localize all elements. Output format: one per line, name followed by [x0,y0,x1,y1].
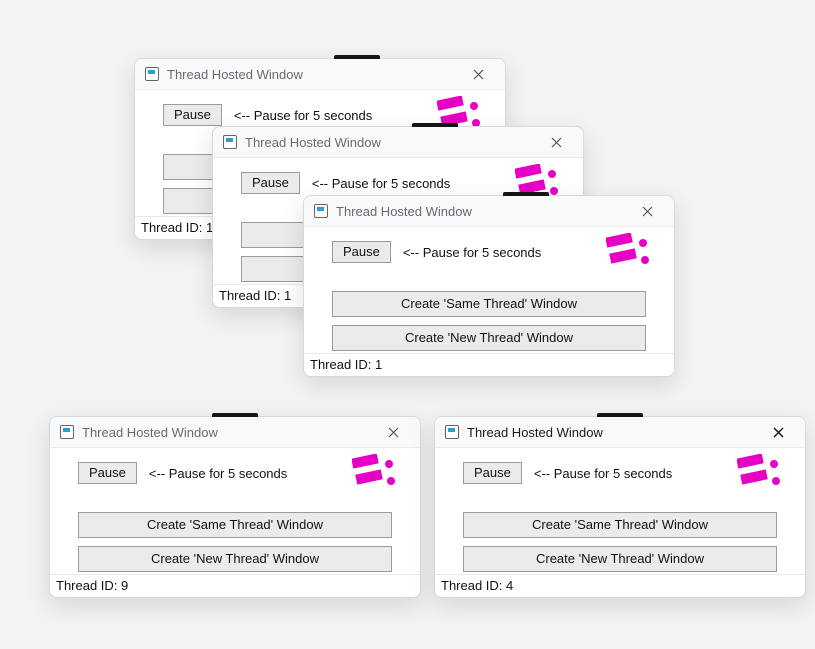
app-icon [223,135,237,149]
app-icon [445,425,459,439]
close-button[interactable] [457,60,499,88]
titlebar[interactable]: Thread Hosted Window [50,417,420,448]
client-area: Pause <-- Pause for 5 seconds Create 'Sa… [435,448,805,574]
create-new-thread-button[interactable]: Create 'New Thread' Window [332,325,646,351]
close-button[interactable] [535,128,577,156]
create-new-thread-button[interactable]: Create 'New Thread' Window [78,546,392,572]
thread-id-value: 9 [121,578,128,593]
create-same-thread-button[interactable]: Create 'Same Thread' Window [332,291,646,317]
thread-id-value: 4 [506,578,513,593]
status-prefix: Thread ID: [56,578,121,593]
close-button[interactable] [757,418,799,446]
window-title: Thread Hosted Window [467,425,603,440]
status-prefix: Thread ID: [310,357,375,372]
create-same-thread-button[interactable]: Create 'Same Thread' Window [463,512,777,538]
pause-button[interactable]: Pause [241,172,300,194]
pause-hint: <-- Pause for 5 seconds [534,466,672,481]
thread-id-value: 1 [284,288,291,303]
thread-id-value: 1 [375,357,382,372]
titlebar[interactable]: Thread Hosted Window [304,196,674,227]
pause-button[interactable]: Pause [463,462,522,484]
app-icon [145,67,159,81]
window-title: Thread Hosted Window [167,67,303,82]
window: Thread Hosted Window Pause <-- Pause for… [303,195,675,377]
status-prefix: Thread ID: [219,288,284,303]
create-new-thread-button[interactable]: Create 'New Thread' Window [463,546,777,572]
window: Thread Hosted Window Pause <-- Pause for… [49,416,421,598]
status-bar: Thread ID: 1 [304,353,674,376]
close-icon [388,427,399,438]
close-icon [551,137,562,148]
pause-button[interactable]: Pause [163,104,222,126]
close-button[interactable] [372,418,414,446]
close-button[interactable] [626,197,668,225]
titlebar[interactable]: Thread Hosted Window [135,59,505,90]
titlebar[interactable]: Thread Hosted Window [435,417,805,448]
logo-icon [737,454,783,490]
window: Thread Hosted Window Pause <-- Pause for… [434,416,806,598]
status-prefix: Thread ID: [141,220,206,235]
window-title: Thread Hosted Window [245,135,381,150]
app-icon [60,425,74,439]
titlebar[interactable]: Thread Hosted Window [213,127,583,158]
status-bar: Thread ID: 4 [435,574,805,597]
pause-button[interactable]: Pause [332,241,391,263]
pause-hint: <-- Pause for 5 seconds [149,466,287,481]
pause-hint: <-- Pause for 5 seconds [403,245,541,260]
status-prefix: Thread ID: [441,578,506,593]
logo-icon [606,233,652,269]
client-area: Pause <-- Pause for 5 seconds Create 'Sa… [304,227,674,353]
client-area: Pause <-- Pause for 5 seconds Create 'Sa… [50,448,420,574]
window-title: Thread Hosted Window [82,425,218,440]
close-icon [773,427,784,438]
close-icon [642,206,653,217]
pause-button[interactable]: Pause [78,462,137,484]
pause-hint: <-- Pause for 5 seconds [312,176,450,191]
app-icon [314,204,328,218]
logo-icon [352,454,398,490]
status-bar: Thread ID: 9 [50,574,420,597]
create-same-thread-button[interactable]: Create 'Same Thread' Window [78,512,392,538]
pause-hint: <-- Pause for 5 seconds [234,108,372,123]
close-icon [473,69,484,80]
window-title: Thread Hosted Window [336,204,472,219]
